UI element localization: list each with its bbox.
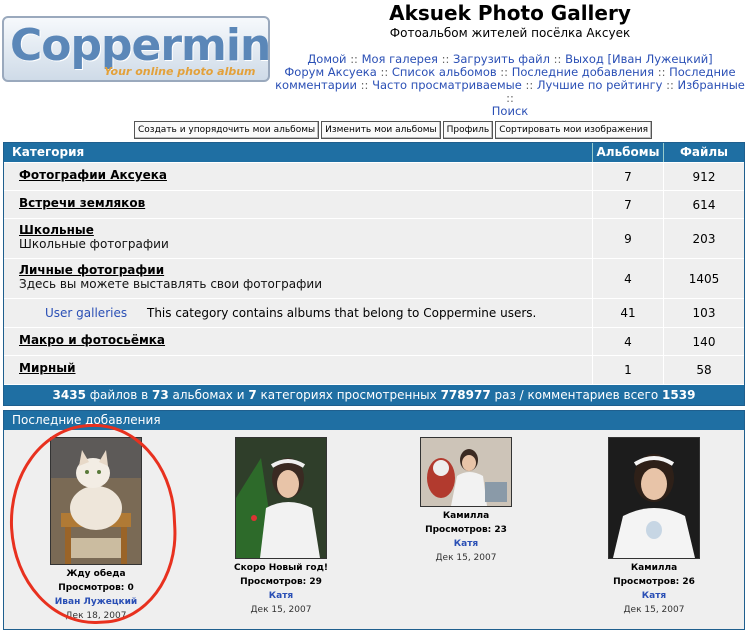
album-count: 1 xyxy=(592,356,663,384)
profile-button[interactable]: Профиль xyxy=(442,121,494,139)
stat-text: файлов в xyxy=(89,388,149,402)
thumbnail-image[interactable] xyxy=(50,437,142,565)
thumbnail-image[interactable] xyxy=(608,437,700,559)
thumbnail-date: Дек 18, 2007 xyxy=(65,611,127,621)
nav-search[interactable]: Поиск xyxy=(492,104,528,118)
album-count: 4 xyxy=(592,328,663,355)
col-files: Файлы xyxy=(663,143,744,162)
file-count: 58 xyxy=(663,356,744,384)
album-count: 7 xyxy=(592,191,663,218)
logo-tagline: Your online photo album xyxy=(104,65,256,78)
nav-favorites[interactable]: Избранные xyxy=(678,78,745,92)
category-row: Макро и фотосьёмка 4 140 xyxy=(4,327,744,355)
nav-logout[interactable]: Выход [Иван Лужецкий] xyxy=(565,52,713,66)
thumbnail-title: Скоро Новый год! xyxy=(234,563,328,573)
stat-comments: 1539 xyxy=(662,388,696,402)
file-count: 1405 xyxy=(663,259,744,298)
thumbnail-item: Скоро Новый год! Просмотров: 29 Катя Дек… xyxy=(191,437,371,617)
latest-additions: Последние добавления Жду обеда Просмотро… xyxy=(3,410,745,630)
thumbnail-date: Дек 15, 2007 xyxy=(435,553,497,563)
thumbnail-item: Камилла Просмотров: 23 Катя Дек 15, 2007 xyxy=(376,437,556,565)
category-table-header: Категория Альбомы Файлы xyxy=(4,143,744,162)
thumbnail-views: Просмотров: 26 xyxy=(613,577,695,587)
nav-last-uploads[interactable]: Последние добавления xyxy=(512,65,654,79)
nav-my-gallery[interactable]: Моя галерея xyxy=(362,52,438,66)
category-row: Встречи земляков 7 614 xyxy=(4,190,744,218)
user-galleries-description: This category contains albums that belon… xyxy=(147,306,537,320)
thumbnail-title: Камилла xyxy=(442,511,490,521)
thumbnail-views: Просмотров: 29 xyxy=(240,577,322,587)
thumbnail-title: Жду обеда xyxy=(66,569,126,579)
site-description: Фотоальбом жителей посёлка Аксуек xyxy=(389,26,631,40)
category-link[interactable]: Школьные xyxy=(19,223,592,237)
category-description: Школьные фотографии xyxy=(19,237,169,251)
create-albums-button[interactable]: Создать и упорядочить мои альбомы xyxy=(134,121,320,139)
stat-files: 3435 xyxy=(52,388,86,402)
file-count: 912 xyxy=(663,163,744,190)
gallery-stats: 3435 файлов в 73 альбомах и 7 категориях… xyxy=(4,384,744,405)
user-galleries-link[interactable]: User galleries xyxy=(4,306,147,320)
coppermine-logo[interactable]: Coppermine Your online photo album xyxy=(2,16,270,82)
col-albums: Альбомы xyxy=(592,143,663,162)
nav-forum[interactable]: Форум Аксуека xyxy=(284,65,376,79)
stat-categories: 7 xyxy=(248,388,257,402)
logo-text: Coppermine xyxy=(10,20,270,71)
site-title: Aksuek Photo Gallery xyxy=(389,1,631,25)
thumbnail-date: Дек 15, 2007 xyxy=(623,605,685,615)
thumbnail-image[interactable] xyxy=(235,437,327,559)
thumbnail-owner-link[interactable]: Катя xyxy=(564,589,744,603)
category-table: Категория Альбомы Файлы Фотографии Аксуе… xyxy=(3,142,745,406)
album-count: 9 xyxy=(592,219,663,258)
stat-views: 778977 xyxy=(440,388,491,402)
album-count: 4 xyxy=(592,259,663,298)
latest-additions-title: Последние добавления xyxy=(4,411,744,430)
thumbnail-owner-link[interactable]: Катя xyxy=(191,589,371,603)
modify-albums-button[interactable]: Изменить мои альбомы xyxy=(321,121,441,139)
category-link[interactable]: Макро и фотосьёмка xyxy=(19,333,592,347)
file-count: 140 xyxy=(663,328,744,355)
thumbnail-item: Жду обеда Просмотров: 0 Иван Лужецкий Де… xyxy=(6,437,186,623)
thumbnail-title: Камилла xyxy=(630,563,678,573)
category-row: Фотографии Аксуека 7 912 xyxy=(4,162,744,190)
sort-images-button[interactable]: Сортировать мои изображения xyxy=(495,121,652,139)
file-count: 103 xyxy=(663,299,744,327)
stat-text: категориях просмотренных xyxy=(260,388,437,402)
nav-home[interactable]: Домой xyxy=(307,52,346,66)
category-link[interactable]: Встречи земляков xyxy=(19,196,592,210)
category-link[interactable]: Мирный xyxy=(19,361,592,375)
user-actions-bar: Создать и упорядочить мои альбомы Измени… xyxy=(134,121,654,139)
user-galleries-row: User galleries This category contains al… xyxy=(4,298,744,327)
nav-upload[interactable]: Загрузить файл xyxy=(453,52,550,66)
thumbnail-item: Камилла Просмотров: 26 Катя Дек 15, 2007 xyxy=(564,437,744,617)
thumbnail-views: Просмотров: 23 xyxy=(425,525,507,535)
thumbnail-views: Просмотров: 0 xyxy=(58,583,134,593)
thumbnail-date: Дек 15, 2007 xyxy=(250,605,312,615)
nav-album-list[interactable]: Список альбомов xyxy=(392,65,497,79)
thumbnail-owner-link[interactable]: Иван Лужецкий xyxy=(6,595,186,609)
category-description: Здесь вы можете выставлять свои фотограф… xyxy=(19,277,323,291)
top-navigation: Домой :: Моя галерея :: Загрузить файл :… xyxy=(275,52,745,118)
thumbnail-image[interactable] xyxy=(420,437,512,507)
category-row: Личные фотографии Здесь вы можете выставл… xyxy=(4,258,744,298)
col-category: Категория xyxy=(12,145,85,159)
category-row: Мирный 1 58 xyxy=(4,355,744,384)
file-count: 614 xyxy=(663,191,744,218)
nav-top-rated[interactable]: Лучшие по рейтингу xyxy=(537,78,663,92)
category-row: Школьные Школьные фотографии 9 203 xyxy=(4,218,744,258)
album-count: 7 xyxy=(592,163,663,190)
thumbnail-owner-link[interactable]: Катя xyxy=(376,537,556,551)
nav-most-viewed[interactable]: Часто просматриваемые xyxy=(372,78,522,92)
category-link[interactable]: Фотографии Аксуека xyxy=(19,168,592,182)
stat-text: альбомах и xyxy=(172,388,245,402)
category-link[interactable]: Личные фотографии xyxy=(19,263,592,277)
file-count: 203 xyxy=(663,219,744,258)
album-count: 41 xyxy=(592,299,663,327)
stat-text: раз / комментариев всего xyxy=(494,388,659,402)
stat-albums: 73 xyxy=(152,388,169,402)
